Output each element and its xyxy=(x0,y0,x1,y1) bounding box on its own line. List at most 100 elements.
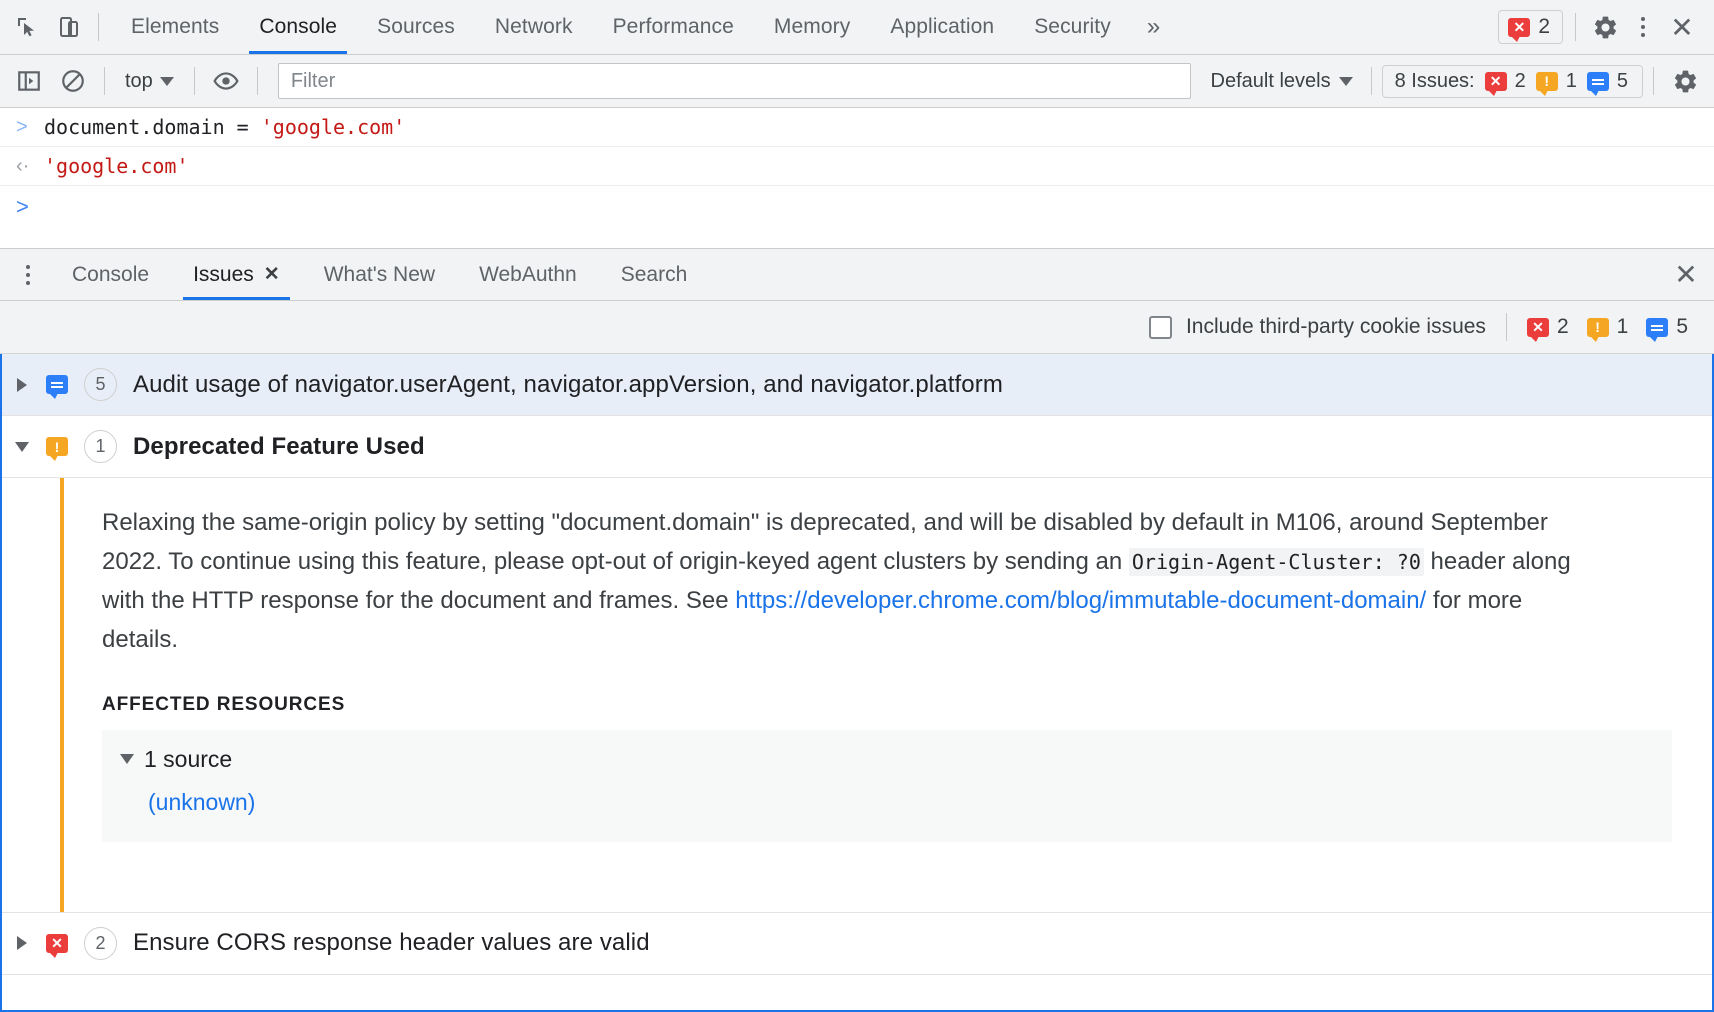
issues-list[interactable]: 5 Audit usage of navigator.userAgent, na… xyxy=(0,354,1714,1012)
issues-summary-button[interactable]: 8 Issues: ✕ 2 ! 1 5 xyxy=(1382,65,1643,98)
issue-documentation-link[interactable]: https://developer.chrome.com/blog/immuta… xyxy=(735,587,1426,614)
filterbar-divider-1 xyxy=(104,67,105,95)
source-group-label: 1 source xyxy=(144,746,232,773)
tab-application[interactable]: Application xyxy=(870,0,1014,54)
issues-toolbar: Include third-party cookie issues ✕ 2 ! … xyxy=(0,301,1714,354)
inspect-element-icon[interactable] xyxy=(6,6,48,48)
console-input-expression: document.domain = 'google.com' xyxy=(44,113,405,141)
drawer-tab-webauthn[interactable]: WebAuthn xyxy=(457,249,599,300)
log-levels-selector[interactable]: Default levels xyxy=(1203,66,1361,97)
info-badge-icon-row-1 xyxy=(46,375,68,394)
issues-error-count-group: ✕ 2 xyxy=(1527,315,1569,339)
drawer-tab-webauthn-label: WebAuthn xyxy=(479,263,577,287)
drawer-tab-issues-label: Issues xyxy=(193,263,254,287)
log-levels-label: Default levels xyxy=(1211,70,1331,93)
collapse-triangle-icon-2[interactable] xyxy=(14,442,30,452)
tab-console-label: Console xyxy=(259,15,337,39)
console-result-value: 'google.com' xyxy=(44,152,189,180)
console-output: > document.domain = 'google.com' ‹· 'goo… xyxy=(0,108,1714,248)
issues-toolbar-divider xyxy=(1506,313,1507,341)
warning-badge-icon-summary: ! xyxy=(1536,72,1558,91)
filterbar-divider-2 xyxy=(194,67,195,95)
console-prompt-row[interactable]: > xyxy=(0,186,1714,228)
filterbar-divider-4 xyxy=(1371,67,1372,95)
close-drawer-glyph: ✕ xyxy=(1674,258,1697,291)
drawer-tab-whats-new[interactable]: What's New xyxy=(302,249,457,300)
info-badge-icon-summary xyxy=(1587,72,1609,91)
issue-row-deprecated-feature[interactable]: ! 1 Deprecated Feature Used xyxy=(2,416,1712,478)
filterbar-divider-3 xyxy=(257,67,258,95)
filter-input[interactable] xyxy=(278,63,1191,99)
execution-context-selector[interactable]: top xyxy=(115,66,184,97)
tab-security[interactable]: Security xyxy=(1014,0,1131,54)
drawer-tab-console[interactable]: Console xyxy=(50,249,171,300)
drawer-tab-bar: Console Issues ✕ What's New WebAuthn Sea… xyxy=(0,249,1714,301)
devtools-menu-icon[interactable] xyxy=(1626,6,1660,48)
clear-console-icon[interactable] xyxy=(52,61,94,101)
tab-memory[interactable]: Memory xyxy=(754,0,870,54)
third-party-cookie-checkbox[interactable] xyxy=(1149,316,1172,339)
console-settings-gear-icon[interactable] xyxy=(1664,60,1706,102)
expand-triangle-icon-1[interactable] xyxy=(14,378,30,392)
live-expression-icon[interactable] xyxy=(205,61,247,101)
console-input-code: document.domain = xyxy=(44,115,261,139)
third-party-cookie-label: Include third-party cookie issues xyxy=(1186,315,1486,339)
output-arrow-icon: ‹· xyxy=(16,152,44,180)
device-toolbar-icon[interactable] xyxy=(48,6,90,48)
issues-warning-count: 1 xyxy=(1617,315,1629,339)
error-badge-icon: ✕ xyxy=(1508,18,1530,37)
affected-resources-panel: 1 source (unknown) xyxy=(102,730,1672,842)
third-party-cookie-checkbox-row[interactable]: Include third-party cookie issues xyxy=(1149,315,1486,339)
drawer-tab-search-label: Search xyxy=(621,263,688,287)
more-tabs-icon[interactable]: » xyxy=(1131,0,1176,54)
issue-details-deprecated-feature: Relaxing the same-origin policy by setti… xyxy=(2,478,1712,913)
tab-console[interactable]: Console xyxy=(239,0,357,54)
drawer-tab-search[interactable]: Search xyxy=(599,249,710,300)
devtools-window: Elements Console Sources Network Perform… xyxy=(0,0,1714,1012)
issues-summary-prefix: 8 Issues: xyxy=(1395,70,1475,93)
info-badge-icon-toolbar xyxy=(1646,318,1668,337)
issue-count-chip-1: 5 xyxy=(84,368,117,401)
issue-code-origin-agent-cluster: Origin-Agent-Cluster: ?0 xyxy=(1129,548,1424,576)
execution-context-label: top xyxy=(125,70,153,93)
gear-icon[interactable] xyxy=(1584,6,1626,48)
drawer-tab-issues[interactable]: Issues ✕ xyxy=(171,249,302,300)
console-input-string: 'google.com' xyxy=(261,115,406,139)
issue-count-chip-3: 2 xyxy=(84,927,117,960)
tab-performance[interactable]: Performance xyxy=(593,0,754,54)
devtools-drawer: Console Issues ✕ What's New WebAuthn Sea… xyxy=(0,248,1714,1012)
source-item-unknown[interactable]: (unknown) xyxy=(148,789,1654,816)
issues-summary-errors: 2 xyxy=(1515,70,1526,93)
filterbar-divider-5 xyxy=(1653,67,1654,95)
tab-network[interactable]: Network xyxy=(475,0,593,54)
console-input-row[interactable]: > document.domain = 'google.com' xyxy=(0,108,1714,147)
more-tabs-glyph: » xyxy=(1147,13,1160,41)
prompt-caret-icon: > xyxy=(16,194,44,220)
warning-badge-icon-row-2: ! xyxy=(46,437,68,456)
affected-resources-header: AFFECTED RESOURCES xyxy=(102,694,1672,716)
close-devtools-icon[interactable]: ✕ xyxy=(1660,6,1704,48)
console-result-row[interactable]: ‹· 'google.com' xyxy=(0,147,1714,186)
close-drawer-icon[interactable]: ✕ xyxy=(1658,249,1714,300)
issue-row-audit-navigator[interactable]: 5 Audit usage of navigator.userAgent, na… xyxy=(2,354,1712,416)
issue-details-content: Relaxing the same-origin policy by setti… xyxy=(64,478,1712,912)
issue-title-2: Deprecated Feature Used xyxy=(133,433,425,461)
details-bottom-spacer xyxy=(102,842,1672,872)
toolbar-right-group: ✕ 2 ✕ xyxy=(1498,0,1708,54)
issue-title-3: Ensure CORS response header values are v… xyxy=(133,929,650,957)
issues-summary-warnings: 1 xyxy=(1566,70,1577,93)
close-issues-tab-icon[interactable]: ✕ xyxy=(264,265,280,284)
tab-memory-label: Memory xyxy=(774,15,850,39)
toolbar-divider-right xyxy=(1575,13,1576,41)
issues-warning-count-group: ! 1 xyxy=(1587,315,1629,339)
tab-sources-label: Sources xyxy=(377,15,455,39)
source-group-toggle[interactable]: 1 source xyxy=(120,746,1654,773)
tab-sources[interactable]: Sources xyxy=(357,0,475,54)
drawer-more-tools-icon[interactable] xyxy=(6,249,50,300)
collapse-triangle-icon-sources xyxy=(120,754,134,764)
console-sidebar-icon[interactable] xyxy=(8,61,50,101)
error-count-button[interactable]: ✕ 2 xyxy=(1498,10,1563,44)
tab-elements[interactable]: Elements xyxy=(111,0,239,54)
issue-row-cors-header[interactable]: ✕ 2 Ensure CORS response header values a… xyxy=(2,913,1712,975)
expand-triangle-icon-3[interactable] xyxy=(14,936,30,950)
